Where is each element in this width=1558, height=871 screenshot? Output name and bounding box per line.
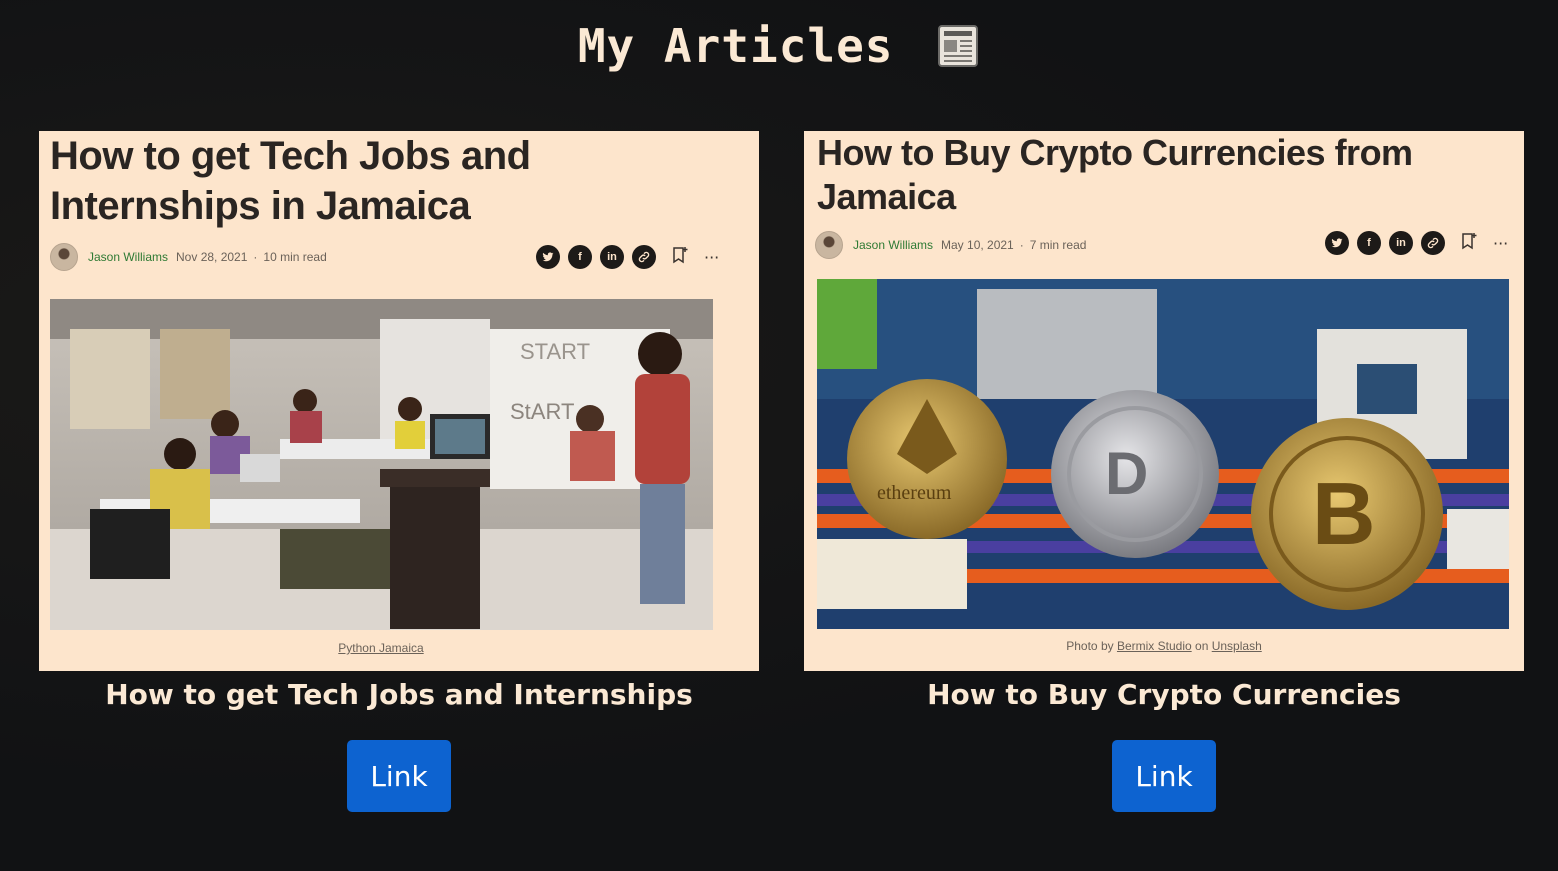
caption-link-unsplash[interactable]: Unsplash [1212, 639, 1262, 653]
article-title-tech-jobs: How to get Tech Jobs and Internships [105, 678, 693, 711]
article-preview-title: How to get Tech Jobs and Internships in … [50, 134, 531, 228]
read-time: 7 min read [1029, 238, 1087, 252]
article-meta: Jason Williams May 10, 2021 · 7 min read [815, 231, 1086, 259]
author-avatar [815, 231, 843, 259]
author-avatar [50, 243, 78, 271]
article-preview-card-tech-jobs: How to get Tech Jobs and Internships in … [39, 131, 759, 671]
svg-text:ethereum: ethereum [877, 482, 952, 504]
link-icon [1421, 231, 1445, 255]
linkedin-icon: in [1389, 231, 1413, 255]
svg-text:D: D [1105, 440, 1148, 507]
facebook-icon: f [568, 245, 592, 269]
link-button-tech-jobs[interactable]: Link [347, 740, 451, 812]
caption-link-photographer[interactable]: Bermix Studio [1117, 639, 1192, 653]
author-name: Jason Williams [853, 238, 934, 252]
article-title-crypto: How to Buy Crypto Currencies [927, 678, 1401, 711]
svg-text:B: B [1312, 464, 1376, 563]
article-preview-card-crypto: How to Buy Crypto Currencies from Jamaic… [804, 131, 1524, 671]
article-meta: Jason Williams Nov 28, 2021 · 10 min rea… [50, 243, 327, 271]
twitter-icon [1325, 231, 1349, 255]
caption-link[interactable]: Python Jamaica [338, 641, 423, 655]
link-icon [632, 245, 656, 269]
photo-caption: Photo by Bermix Studio on Unsplash [804, 639, 1524, 653]
read-time: 10 min read [263, 250, 327, 264]
share-bar: f in ··· [1325, 231, 1508, 255]
newspaper-icon [938, 25, 979, 67]
svg-text:StART: StART [510, 399, 574, 424]
share-bar: f in ··· [536, 245, 719, 269]
article-preview-title: How to Buy Crypto Currencies from Jamaic… [817, 132, 1413, 217]
bookmark-icon [672, 246, 688, 268]
photo-caption: Python Jamaica [39, 641, 723, 655]
link-button-crypto[interactable]: Link [1112, 740, 1216, 812]
more-icon: ··· [1493, 233, 1509, 253]
linkedin-icon: in [600, 245, 624, 269]
more-icon: ··· [704, 247, 720, 267]
article-photo-crypto-coins: ethereum D B [817, 279, 1509, 629]
caption-mid: on [1195, 639, 1209, 653]
twitter-icon [536, 245, 560, 269]
meta-separator: · [253, 250, 258, 264]
publish-date: Nov 28, 2021 [176, 250, 248, 264]
caption-prefix: Photo by [1066, 639, 1114, 653]
article-photo-classroom: START StART [50, 299, 713, 630]
page-title: My Articles [0, 18, 1558, 74]
svg-text:START: START [520, 339, 590, 364]
publish-date: May 10, 2021 [941, 238, 1014, 252]
author-name: Jason Williams [88, 250, 169, 264]
meta-separator: · [1019, 238, 1024, 252]
facebook-icon: f [1357, 231, 1381, 255]
bookmark-icon [1461, 232, 1477, 254]
page-title-text: My Articles [577, 19, 894, 73]
